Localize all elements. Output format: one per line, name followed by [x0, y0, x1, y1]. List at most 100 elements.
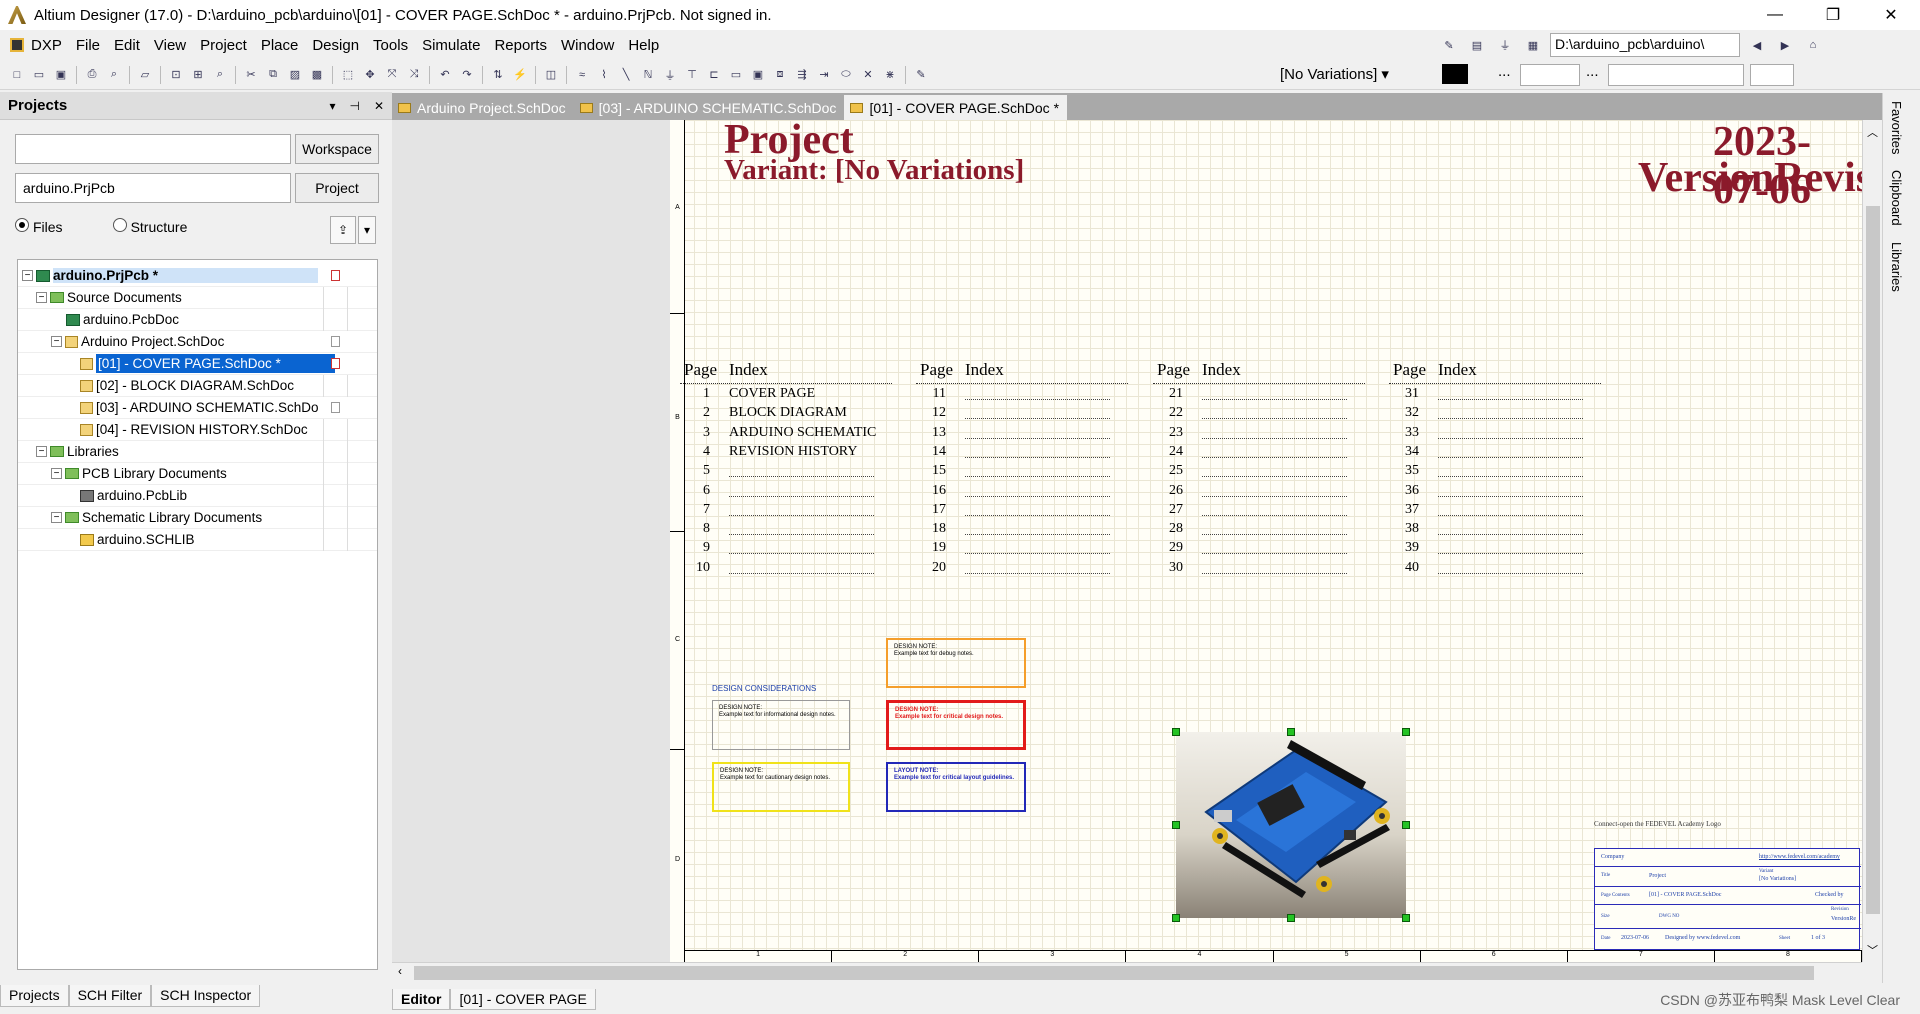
index-page-title[interactable]: BLOCK DIAGRAM — [729, 405, 847, 421]
title-block[interactable]: Company http://www.fedevel.com/academy T… — [1594, 848, 1861, 950]
browse-icon[interactable]: ◫ — [543, 67, 559, 83]
menu-reports[interactable]: Reports — [487, 37, 554, 54]
doc-tab-cover-page[interactable]: [01] - COVER PAGE.SchDoc * — [844, 95, 1068, 120]
scroll-up-icon[interactable]: ︿ — [1867, 124, 1878, 140]
vcc-port-icon[interactable]: ⊤ — [684, 67, 700, 83]
folder-icon[interactable]: ▱ — [137, 67, 153, 83]
print-icon[interactable]: ⎙ — [84, 67, 100, 83]
bus-entry-icon[interactable]: ╲ — [618, 67, 634, 83]
place-wire-icon[interactable]: ≈ — [574, 67, 590, 83]
select-area-icon[interactable]: ⬚ — [340, 67, 356, 83]
paste-icon[interactable]: ▨ — [287, 67, 303, 83]
note-critical[interactable]: DESIGN NOTE: Example text for critical d… — [886, 700, 1026, 750]
tab-sch-filter[interactable]: SCH Filter — [68, 985, 152, 1007]
design-considerations-label[interactable]: DESIGN CONSIDERATIONS — [712, 684, 816, 693]
minimize-button[interactable]: — — [1746, 0, 1804, 30]
horizontal-scroll-thumb[interactable] — [414, 966, 1814, 980]
maximize-button[interactable]: ❐ — [1804, 0, 1862, 30]
tree-pcbdoc[interactable]: arduino.PcbDoc — [18, 309, 377, 331]
tree-schlib[interactable]: arduino.SCHLIB — [18, 529, 377, 551]
collapse-icon[interactable]: − — [51, 512, 62, 523]
place-bus-icon[interactable]: ⌇ — [596, 67, 612, 83]
collapse-icon[interactable]: − — [36, 446, 47, 457]
workspace-button[interactable]: Workspace — [295, 134, 379, 164]
project-button[interactable]: Project — [295, 173, 379, 203]
favorites-tab[interactable]: Favorites — [1883, 93, 1910, 162]
scroll-left-icon[interactable]: ‹ — [398, 964, 402, 978]
menu-design[interactable]: Design — [305, 37, 366, 54]
select-icon[interactable]: ⤧ — [384, 67, 400, 83]
compile-mask-icon[interactable]: ⋇ — [882, 67, 898, 83]
tree-doc4[interactable]: [04] - REVISION HISTORY.SchDoc — [18, 419, 377, 441]
harness-entry-icon[interactable]: ⇥ — [816, 67, 832, 83]
cut-icon[interactable]: ✂ — [243, 67, 259, 83]
note-debug[interactable]: DESIGN NOTE: Example text for debug note… — [886, 638, 1026, 688]
tree-libraries[interactable]: − Libraries — [18, 441, 377, 463]
forward-icon[interactable]: ▶ — [1777, 37, 1793, 53]
collapse-icon[interactable]: − — [51, 468, 62, 479]
index-page-title[interactable]: COVER PAGE — [729, 386, 815, 402]
tab-sch-inspector[interactable]: SCH Inspector — [151, 985, 261, 1007]
zoom-area-icon[interactable]: ⊞ — [190, 67, 206, 83]
hierarchy-icon[interactable]: ⇅ — [490, 67, 506, 83]
move-icon[interactable]: ✥ — [362, 67, 378, 83]
project-options-icon[interactable]: ⇪ — [330, 216, 356, 244]
rubber-stamp-icon[interactable]: ▩ — [309, 67, 325, 83]
menu-dxp[interactable]: DXP — [24, 37, 69, 54]
menu-project[interactable]: Project — [193, 37, 254, 54]
horizontal-scrollbar[interactable]: ‹ — [392, 962, 1862, 982]
ground-icon[interactable]: ⏚ — [1497, 37, 1513, 53]
drawing-tools-icon[interactable]: ✎ — [913, 67, 929, 83]
color-swatch[interactable] — [1442, 64, 1468, 84]
menu-window[interactable]: Window — [554, 37, 621, 54]
doc-tab-arduino-project[interactable]: Arduino Project.SchDoc — [392, 95, 574, 120]
tree-doc1[interactable]: [01] - COVER PAGE.SchDoc * — [18, 353, 377, 375]
menu-view[interactable]: View — [147, 37, 193, 54]
menu-simulate[interactable]: Simulate — [415, 37, 487, 54]
variations-dropdown[interactable]: [No Variations] ▾ — [1280, 62, 1400, 86]
resize-handle[interactable] — [1402, 728, 1410, 736]
collapse-icon[interactable]: − — [22, 270, 33, 281]
doc-tab-arduino-schematic[interactable]: [03] - ARDUINO SCHEMATIC.SchDoc — [574, 95, 845, 120]
gnd-port-icon[interactable]: ⏚ — [662, 67, 678, 83]
ellipsis-left[interactable]: ... — [1498, 63, 1511, 80]
part-icon[interactable]: ⊏ — [706, 67, 722, 83]
panel-close-icon[interactable]: ✕ — [374, 99, 384, 113]
tree-root[interactable]: − arduino.PrjPcb * — [18, 265, 377, 287]
resize-handle[interactable] — [1287, 914, 1295, 922]
menu-place[interactable]: Place — [254, 37, 306, 54]
no-erc-icon[interactable]: ✕ — [860, 67, 876, 83]
tree-pcb-lib-docs[interactable]: − PCB Library Documents — [18, 463, 377, 485]
workspace-field[interactable] — [15, 134, 291, 164]
project-field[interactable]: arduino.PrjPcb — [15, 173, 291, 203]
index-page-title[interactable]: REVISION HISTORY — [729, 444, 857, 460]
radio-files[interactable]: Files — [15, 218, 63, 235]
new-icon[interactable]: □ — [9, 67, 25, 83]
sheet-entry-icon[interactable]: ▣ — [750, 67, 766, 83]
home-icon[interactable]: ⌂ — [1805, 37, 1821, 53]
tab-current-doc[interactable]: [01] - COVER PAGE — [450, 989, 596, 1010]
grid-icon[interactable]: ▦ — [1525, 37, 1541, 53]
tab-projects[interactable]: Projects — [0, 985, 69, 1007]
index-page-title[interactable]: ARDUINO SCHEMATIC — [729, 425, 876, 441]
tree-arduino-project[interactable]: − Arduino Project.SchDoc — [18, 331, 377, 353]
sheet-icon[interactable]: ▤ — [1469, 37, 1485, 53]
resize-handle[interactable] — [1402, 914, 1410, 922]
clipboard-tab[interactable]: Clipboard — [1883, 162, 1910, 234]
redo-icon[interactable]: ↷ — [459, 67, 475, 83]
tree-source-docs[interactable]: − Source Documents — [18, 287, 377, 309]
copy-icon[interactable]: ⧉ — [265, 67, 281, 83]
libraries-tab[interactable]: Libraries — [1883, 234, 1910, 300]
collapse-icon[interactable]: − — [36, 292, 47, 303]
pin-icon[interactable]: ⊣ — [349, 99, 359, 113]
status-right-text[interactable]: CSDN @苏亚布鸭梨 Mask Level Clear — [1660, 990, 1900, 1010]
tree-pcblib[interactable]: arduino.PcbLib — [18, 485, 377, 507]
connect-logo-text[interactable]: Connect-open the FEDEVEL Academy Logo — [1594, 814, 1721, 829]
harness-icon[interactable]: ⇶ — [794, 67, 810, 83]
back-icon[interactable]: ◀ — [1749, 37, 1765, 53]
tree-sch-lib-docs[interactable]: − Schematic Library Documents — [18, 507, 377, 529]
collapse-icon[interactable]: − — [51, 336, 62, 347]
note-info[interactable]: DESIGN NOTE: Example text for informatio… — [712, 700, 850, 750]
resize-handle[interactable] — [1172, 821, 1180, 829]
tree-doc3[interactable]: [03] - ARDUINO SCHEMATIC.SchDoc — [18, 397, 377, 419]
